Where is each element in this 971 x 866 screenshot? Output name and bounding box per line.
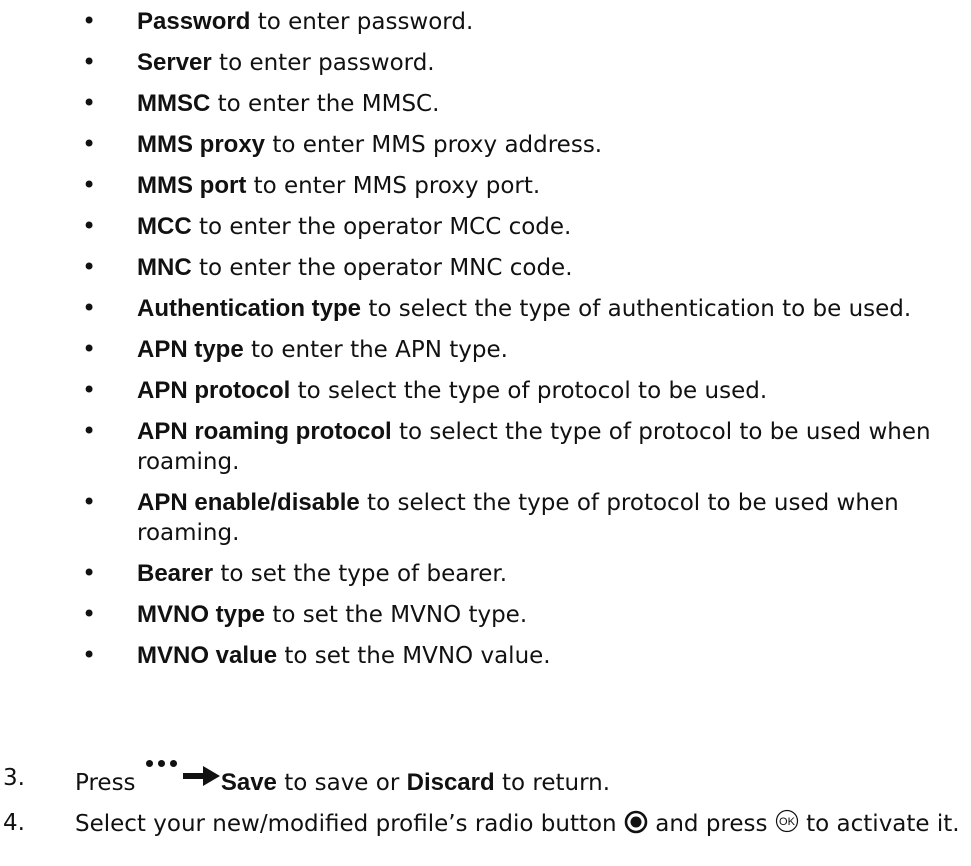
setting-name: MMSC — [137, 90, 211, 117]
setting-name: MMS proxy — [137, 131, 266, 158]
setting-description: to select the type of authentication to … — [361, 296, 912, 322]
bullet-dot: • — [82, 559, 97, 587]
setting-name: MVNO type — [137, 601, 266, 628]
setting-description: to enter the operator MNC code. — [191, 255, 573, 281]
bullet-dot: • — [82, 417, 97, 445]
setting-name: APN enable/disable — [137, 489, 360, 516]
bullet-item: • Server to enter password. — [0, 48, 971, 78]
bullet-item: • MMSC to enter the MMSC. — [0, 89, 971, 119]
radio-selected-icon — [624, 810, 648, 834]
setting-description: to enter the APN type. — [243, 337, 508, 363]
step-text: and press — [647, 811, 775, 837]
bullet-dot: • — [82, 130, 97, 158]
bullet-item: • APN enable/disable to select the type o… — [0, 488, 971, 548]
setting-name: Authentication type — [137, 295, 362, 322]
bullet-dot: • — [82, 641, 97, 669]
setting-name: Password — [137, 8, 251, 35]
setting-description: to set the MVNO type. — [265, 602, 528, 628]
discard-label: Discard — [406, 769, 495, 796]
setting-description: to enter MMS proxy port. — [246, 173, 541, 199]
bullet-item: • MCC to enter the operator MCC code. — [0, 212, 971, 242]
step-number: 4. — [3, 810, 25, 836]
setting-name: Server — [137, 49, 212, 76]
setting-name: Bearer — [137, 560, 214, 587]
save-label: Save — [220, 769, 277, 796]
setting-description: to set the type of bearer. — [213, 561, 508, 587]
bullet-dot: • — [82, 48, 97, 76]
bullet-item: • MNC to enter the operator MNC code. — [0, 253, 971, 283]
bullet-dot: • — [82, 171, 97, 199]
bullet-item: • MVNO value to set the MVNO value. — [0, 641, 971, 671]
bullet-dot: • — [82, 89, 97, 117]
setting-description: to enter the operator MCC code. — [191, 214, 572, 240]
bullet-item: • Authentication type to select the type … — [0, 294, 971, 324]
setting-description: to set the MVNO value. — [277, 643, 551, 669]
step-text: to activate it. — [798, 811, 960, 837]
bullet-item: • APN type to enter the APN type. — [0, 335, 971, 365]
setting-name: MVNO value — [137, 642, 278, 669]
bullet-dot: • — [82, 488, 97, 516]
bullet-dot: • — [82, 253, 97, 281]
setting-name: APN protocol — [137, 377, 291, 404]
step-text: Press — [75, 770, 143, 796]
bullet-dot: • — [82, 376, 97, 404]
setting-name: MMS port — [137, 172, 247, 199]
setting-name: MCC — [137, 213, 192, 240]
steps-list: 3. Press Save to save or Discard to retu… — [0, 760, 971, 850]
setting-name: MNC — [137, 254, 192, 281]
setting-description: to enter MMS proxy address. — [265, 132, 603, 158]
step-number: 3. — [3, 765, 25, 791]
setting-description: to enter the MMSC. — [210, 91, 440, 117]
setting-description: to enter password. — [250, 9, 474, 35]
bullet-dot: • — [82, 600, 97, 628]
ok-key-icon: OK — [775, 809, 798, 833]
bullet-dot: • — [82, 7, 97, 35]
step-text: Select your new/modified profile’s radio… — [75, 811, 624, 837]
bullet-item: • Bearer to set the type of bearer. — [0, 559, 971, 589]
setting-description: to enter password. — [211, 50, 435, 76]
bullet-dot: • — [82, 212, 97, 240]
bullet-item: • MMS port to enter MMS proxy port. — [0, 171, 971, 201]
manual-page: • Password to enter password. • Server to e… — [0, 0, 971, 866]
bullet-item: • APN protocol to select the type of prot… — [0, 376, 971, 406]
bullet-dot: • — [82, 294, 97, 322]
step-text: to save or — [276, 770, 407, 796]
step-3: 3. Press Save to save or Discard to retu… — [0, 760, 971, 798]
setting-name: APN roaming protocol — [137, 418, 392, 445]
setting-description: to select the type of protocol to be use… — [290, 378, 768, 404]
bullet-dot: • — [82, 335, 97, 363]
bullet-item: • MVNO type to set the MVNO type. — [0, 600, 971, 630]
apn-settings-list: • Password to enter password. • Server to e… — [0, 7, 971, 682]
setting-name: APN type — [137, 336, 244, 363]
more-options-arrow-icon — [143, 760, 221, 794]
svg-text:OK: OK — [779, 816, 796, 828]
bullet-item: • APN roaming protocol to select the type… — [0, 417, 971, 477]
step-4: 4. Select your new/modified profile’s ra… — [0, 809, 971, 839]
bullet-item: • Password to enter password. — [0, 7, 971, 37]
bullet-item: • MMS proxy to enter MMS proxy address. — [0, 130, 971, 160]
step-text: to return. — [494, 770, 611, 796]
